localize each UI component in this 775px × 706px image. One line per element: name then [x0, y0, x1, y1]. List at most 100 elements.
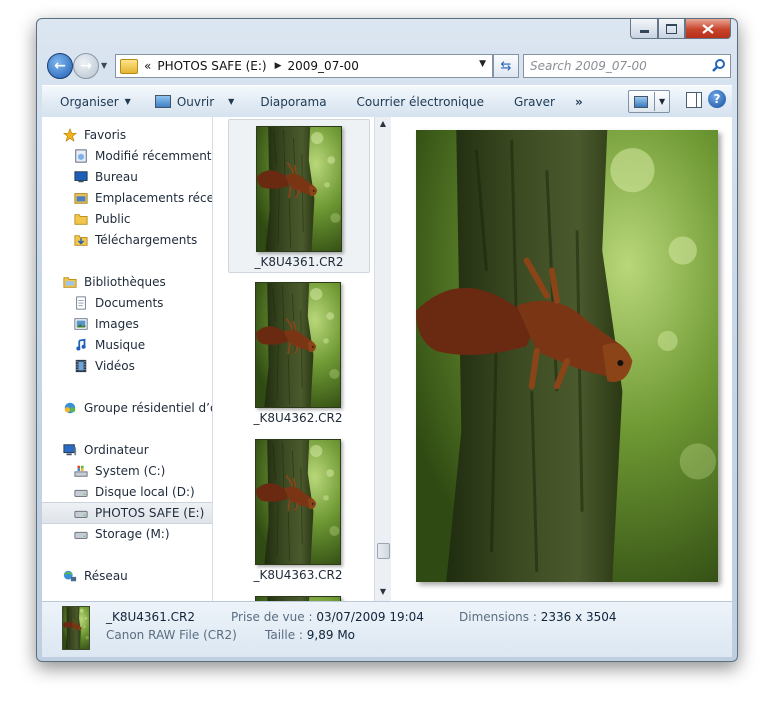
chevron-down-icon[interactable]: ▼ — [228, 97, 234, 106]
open-label: Ouvrir — [176, 94, 215, 109]
nav-item-recent[interactable]: Modifié récemment — [42, 146, 212, 166]
nav-libraries[interactable]: Bibliothèques — [42, 272, 212, 292]
details-date-value[interactable]: 03/07/2009 19:04 — [316, 610, 424, 624]
documents-icon — [76, 296, 86, 310]
organize-label: Organiser — [60, 94, 119, 109]
nav-label: Modifié récemment — [95, 149, 212, 163]
chevron-down-icon: ▼ — [124, 97, 131, 106]
refresh-button[interactable]: ⇆ — [493, 54, 519, 78]
command-bar: Organiser ▼ Ouvrir ▼ Diaporama Courrier él… — [42, 85, 732, 118]
address-dropdown-icon[interactable]: ▼ — [479, 59, 486, 69]
address-row: ← → ▼ « PHOTOS SAFE (E:) ▶ 2009_07-00 ▼ … — [45, 53, 731, 79]
close-button[interactable] — [685, 19, 731, 39]
nav-favorites[interactable]: Favoris — [42, 125, 212, 145]
vertical-scrollbar[interactable]: ▲ ▼ — [374, 117, 391, 601]
nav-item-drive-c[interactable]: System (C:) — [42, 461, 212, 481]
minimize-icon — [639, 30, 649, 33]
images-icon — [74, 318, 88, 330]
maximize-icon — [666, 23, 677, 34]
nav-label: Public — [95, 212, 131, 226]
divider — [654, 92, 655, 111]
preview-pane-button[interactable] — [686, 92, 702, 108]
nav-label: Images — [95, 317, 139, 331]
search-placeholder: Search 2009_07-00 — [530, 59, 647, 73]
nav-item-videos[interactable]: Vidéos — [42, 356, 212, 376]
nav-computer[interactable]: Ordinateur — [42, 440, 212, 460]
file-name: _K8U4363.CR2 — [253, 568, 343, 582]
change-view-button[interactable]: ▼ — [628, 90, 670, 113]
preview-pane — [392, 117, 732, 601]
system-drive-icon — [74, 465, 88, 477]
search-input[interactable]: Search 2009_07-00 — [523, 54, 731, 78]
help-icon[interactable]: ? — [708, 90, 726, 108]
nav-network[interactable]: Réseau — [42, 566, 212, 586]
nav-item-images[interactable]: Images — [42, 314, 212, 334]
star-icon — [63, 128, 77, 142]
nav-label: Réseau — [84, 569, 128, 583]
network-icon — [63, 570, 77, 582]
photo-thumbnail-image — [257, 127, 341, 251]
nav-homegroup[interactable]: Groupe résidentiel d’ordinateurs — [42, 398, 212, 418]
burn-button[interactable]: Graver — [494, 90, 565, 114]
nav-item-drive-m[interactable]: Storage (M:) — [42, 524, 212, 544]
email-button[interactable]: Courrier électronique — [337, 90, 494, 114]
breadcrumb-drive[interactable]: PHOTOS SAFE (E:) — [157, 59, 266, 73]
file-item[interactable]: _K8U4363.CR2 — [228, 433, 368, 585]
nav-label: Bureau — [95, 170, 138, 184]
file-item[interactable]: _K8U4362.CR2 — [228, 276, 368, 428]
music-icon — [76, 338, 86, 351]
nav-item-downloads[interactable]: Téléchargements — [42, 230, 212, 250]
file-name: _K8U4361.CR2 — [254, 255, 344, 269]
explorer-window: ← → ▼ « PHOTOS SAFE (E:) ▶ 2009_07-00 ▼ … — [36, 18, 738, 662]
nav-label: Emplacements récents — [95, 191, 212, 205]
desktop-icon — [74, 171, 88, 183]
open-icon — [154, 95, 171, 108]
organize-button[interactable]: Organiser ▼ — [42, 90, 141, 114]
photo-thumbnail-image — [256, 440, 340, 564]
breadcrumb-overflow[interactable]: « — [144, 59, 151, 73]
videos-icon — [75, 359, 87, 373]
drive-icon — [74, 489, 88, 497]
nav-item-public[interactable]: Public — [42, 209, 212, 229]
minimize-button[interactable] — [630, 19, 658, 39]
nav-label: Musique — [95, 338, 146, 352]
nav-item-drive-d[interactable]: Disque local (D:) — [42, 482, 212, 502]
open-button[interactable]: Ouvrir ▼ — [141, 90, 245, 114]
breadcrumb-folder[interactable]: 2009_07-00 — [288, 59, 359, 73]
folder-icon — [120, 58, 138, 74]
details-date-label: Prise de vue : — [231, 610, 313, 624]
forward-button[interactable]: → — [73, 53, 99, 79]
chevron-down-icon[interactable]: ▼ — [659, 97, 665, 106]
nav-item-documents[interactable]: Documents — [42, 293, 212, 313]
recent-pages-dropdown[interactable]: ▼ — [101, 61, 111, 70]
slideshow-button[interactable]: Diaporama — [244, 90, 336, 114]
scrollbar-thumb[interactable] — [377, 543, 390, 559]
drive-icon — [74, 531, 88, 539]
nav-item-recent-places[interactable]: Emplacements récents — [42, 188, 212, 208]
file-item[interactable]: _K8U4361.CR2 — [228, 119, 370, 273]
nav-item-desktop[interactable]: Bureau — [42, 167, 212, 187]
address-bar[interactable]: « PHOTOS SAFE (E:) ▶ 2009_07-00 ▼ — [115, 54, 493, 78]
search-icon[interactable] — [712, 58, 726, 72]
file-thumbnail — [255, 439, 341, 565]
maximize-button[interactable] — [658, 19, 685, 39]
homegroup-icon — [64, 402, 76, 414]
scroll-down-icon[interactable]: ▼ — [375, 585, 391, 599]
drive-icon — [74, 510, 88, 518]
breadcrumb-separator-icon[interactable]: ▶ — [275, 61, 282, 71]
nav-label: Favoris — [84, 128, 127, 142]
squirrel-photo — [416, 130, 718, 582]
view-icon — [634, 95, 648, 108]
recent-places-icon — [74, 193, 88, 204]
forward-arrow-icon: → — [80, 58, 92, 74]
nav-item-music[interactable]: Musique — [42, 335, 212, 355]
back-button[interactable]: ← — [47, 53, 73, 79]
nav-label: Storage (M:) — [95, 527, 170, 541]
details-date: Prise de vue : 03/07/2009 19:04 — [231, 610, 424, 624]
more-commands-button[interactable]: » — [565, 90, 593, 114]
details-dimensions: Dimensions : 2336 x 3504 — [459, 610, 617, 624]
nav-label: Ordinateur — [84, 443, 149, 457]
nav-item-drive-e[interactable]: PHOTOS SAFE (E:) — [42, 502, 212, 524]
details-file-type: Canon RAW File (CR2) — [106, 628, 237, 642]
scroll-up-icon[interactable]: ▲ — [375, 117, 391, 131]
